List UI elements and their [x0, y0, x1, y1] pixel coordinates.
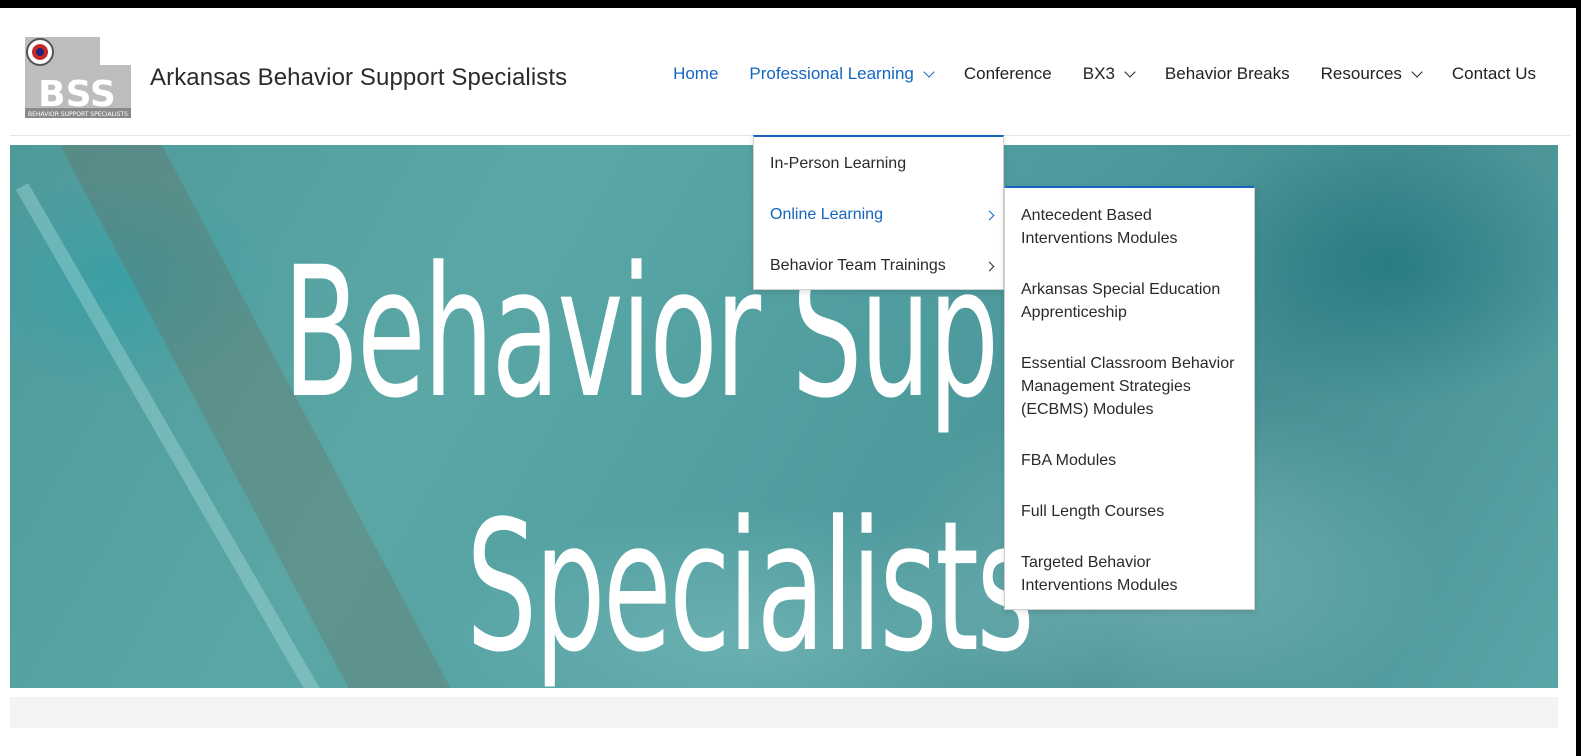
nav-professional-learning-label: Professional Learning: [749, 64, 914, 83]
submenu-item-special-education-apprenticeship[interactable]: Arkansas Special Education Apprenticeshi…: [1021, 278, 1241, 324]
chevron-down-icon: [923, 65, 935, 78]
online-learning-submenu: Antecedent Based Interventions Modules A…: [1004, 186, 1255, 610]
page: BSS BEHAVIOR SUPPORT SPECIALISTS Arkansa…: [0, 8, 1576, 756]
nav-conference-label: Conference: [963, 64, 1052, 83]
dropdown-item-label: Online Learning: [770, 206, 883, 223]
logo-subtext: BEHAVIOR SUPPORT SPECIALISTS: [28, 111, 128, 118]
submenu-item-fba-modules[interactable]: FBA Modules: [1021, 449, 1241, 472]
nav-resources-label: Resources: [1320, 64, 1402, 83]
submenu-item-antecedent-based[interactable]: Antecedent Based Interventions Modules: [1021, 204, 1241, 250]
content-band: [10, 697, 1558, 728]
nav-behavior-breaks[interactable]: Behavior Breaks: [1165, 64, 1290, 84]
nav-home[interactable]: Home: [673, 64, 718, 84]
nav-bx3-label: BX3: [1082, 64, 1115, 83]
chevron-right-icon: [984, 210, 995, 220]
site-logo[interactable]: BSS BEHAVIOR SUPPORT SPECIALISTS: [25, 37, 135, 119]
dropdown-item-online-learning[interactable]: Online Learning: [770, 206, 995, 224]
chevron-right-icon: [984, 261, 995, 271]
chevron-down-icon: [1124, 65, 1136, 78]
dropdown-item-in-person-learning[interactable]: In-Person Learning: [770, 155, 993, 173]
submenu-item-full-length-courses[interactable]: Full Length Courses: [1021, 500, 1241, 523]
site-title[interactable]: Arkansas Behavior Support Specialists: [150, 64, 567, 92]
site-header: BSS BEHAVIOR SUPPORT SPECIALISTS Arkansa…: [10, 8, 1570, 136]
submenu-item-ecbms[interactable]: Essential Classroom Behavior Management …: [1021, 352, 1241, 421]
dropdown-item-label: Behavior Team Trainings: [770, 257, 946, 274]
submenu-item-targeted-behavior[interactable]: Targeted Behavior Interventions Modules: [1021, 551, 1241, 597]
nav-conference[interactable]: Conference: [964, 64, 1052, 84]
nav-professional-learning[interactable]: Professional Learning: [749, 64, 935, 84]
nav-contact-us-label: Contact Us: [1451, 64, 1536, 83]
chevron-down-icon: [1411, 65, 1423, 78]
nav-home-label: Home: [673, 64, 719, 83]
nav-bx3[interactable]: BX3: [1082, 64, 1136, 84]
professional-learning-dropdown: In-Person Learning Online Learning Behav…: [753, 135, 1004, 290]
nav-behavior-breaks-label: Behavior Breaks: [1164, 64, 1290, 83]
dropdown-item-behavior-team-trainings[interactable]: Behavior Team Trainings: [770, 257, 995, 275]
dropdown-item-label: In-Person Learning: [770, 155, 907, 172]
nav-contact-us[interactable]: Contact Us: [1452, 64, 1536, 84]
nav-resources[interactable]: Resources: [1320, 64, 1423, 84]
main-nav: Home Professional Learning Conference BX…: [642, 64, 1536, 84]
